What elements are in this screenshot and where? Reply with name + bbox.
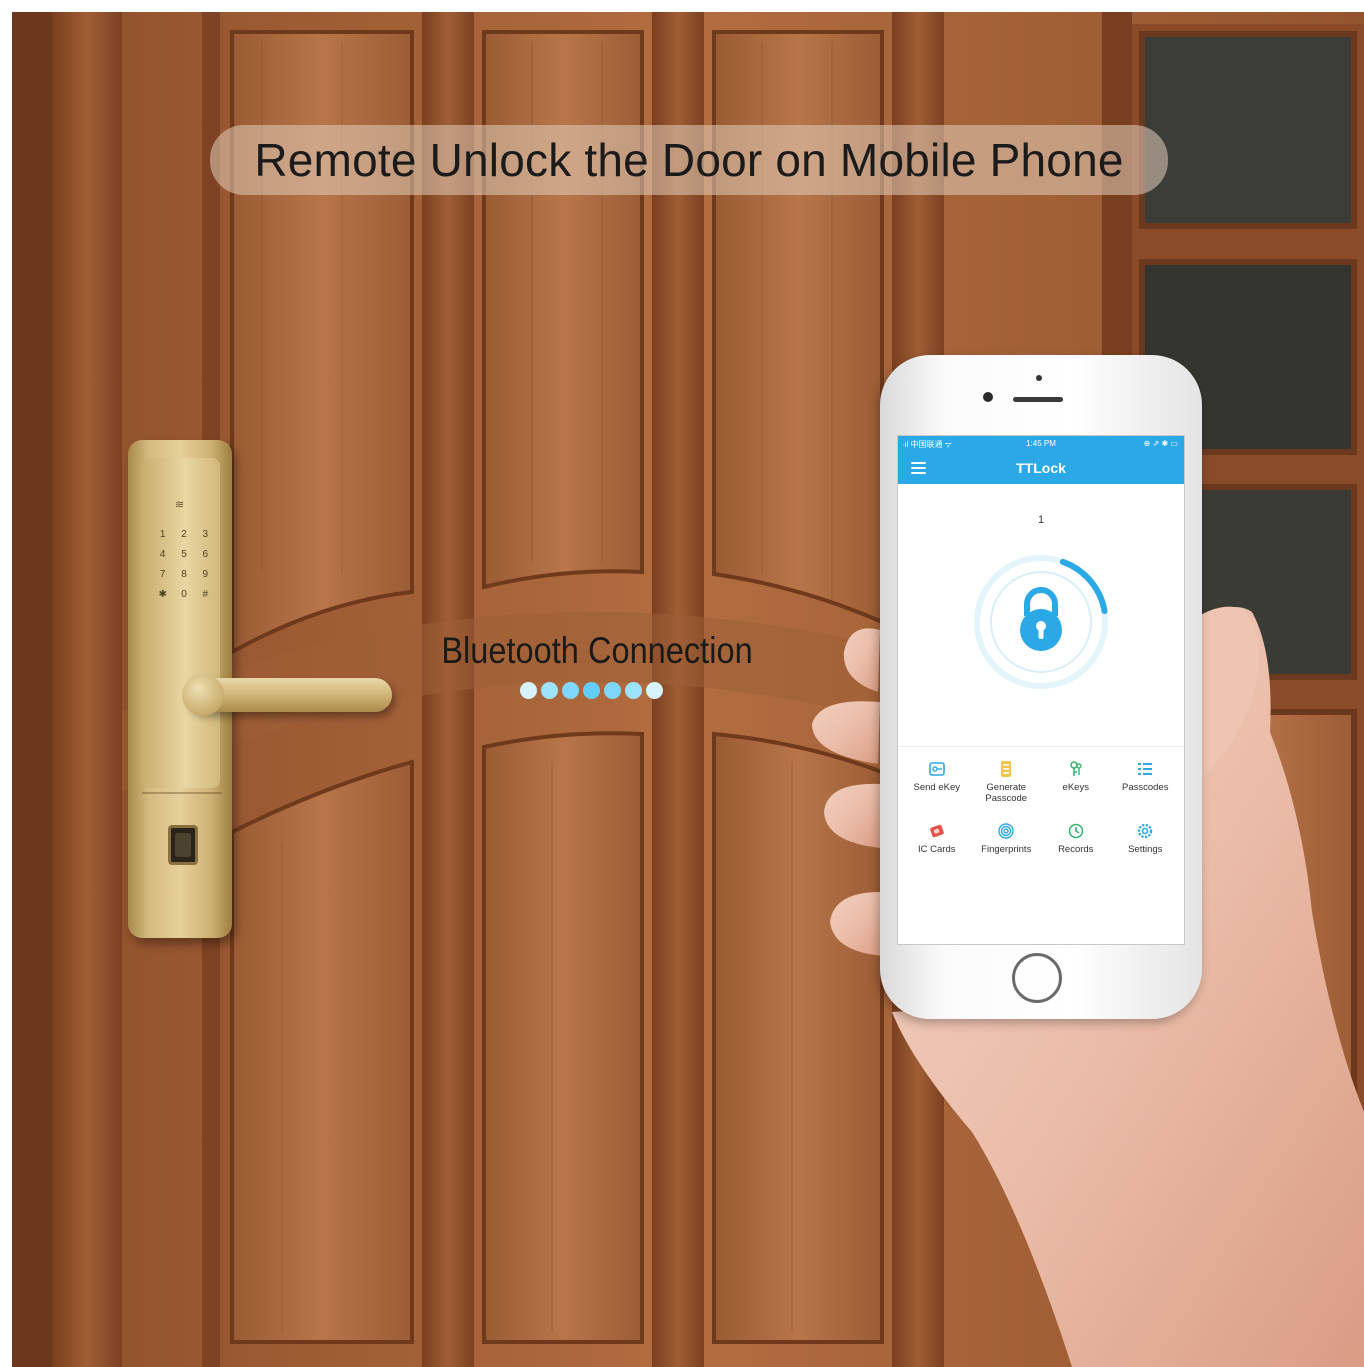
home-button[interactable] xyxy=(1012,953,1062,1003)
status-icons: ⊕ ⇗ ✱ ▭ xyxy=(1143,439,1178,448)
menu-label: IC Cards xyxy=(918,844,956,855)
ekeys-icon xyxy=(1069,761,1082,776)
records-icon xyxy=(1068,823,1084,839)
menu-fingerprints[interactable]: Fingerprints xyxy=(972,822,1042,874)
menu-label: Passcodes xyxy=(1122,782,1169,793)
app-nav-bar: TTLock xyxy=(898,452,1184,484)
menu-records[interactable]: Records xyxy=(1041,822,1111,874)
send-ekey-icon xyxy=(928,762,945,776)
status-bar: ∙ıl 中国联通 ᯤ 1:45 PM ⊕ ⇗ ✱ ▭ xyxy=(898,436,1184,452)
menu-label: eKeys xyxy=(1062,782,1089,793)
smartphone: ∙ıl 中国联通 ᯤ 1:45 PM ⊕ ⇗ ✱ ▭ TTLock 1 Send… xyxy=(880,355,1202,1019)
lock-name: 1 xyxy=(1037,514,1045,526)
menu-label: Records xyxy=(1058,844,1094,855)
menu-send-ekey[interactable]: Send eKey xyxy=(902,760,972,812)
app-title: TTLock xyxy=(1016,460,1066,476)
ic-cards-icon xyxy=(929,824,944,838)
menu-ic-cards[interactable]: IC Cards xyxy=(902,822,972,874)
fingerprints-icon xyxy=(998,823,1014,839)
screen-divider xyxy=(898,746,1184,747)
menu-label: Generate Passcode xyxy=(985,782,1028,804)
feature-grid: Send eKey Generate Passcode eKeys Passco… xyxy=(902,760,1180,874)
menu-settings[interactable]: Settings xyxy=(1111,822,1181,874)
menu-label: Settings xyxy=(1128,844,1163,855)
settings-icon xyxy=(1138,823,1153,839)
passcodes-icon xyxy=(1138,763,1153,775)
unlock-button[interactable] xyxy=(973,554,1109,690)
menu-passcodes[interactable]: Passcodes xyxy=(1111,760,1181,812)
generate-passcode-icon xyxy=(1001,761,1012,777)
door-scene: Remote Unlock the Door on Mobile Phone B… xyxy=(12,12,1364,1367)
status-time: 1:45 PM xyxy=(1026,439,1056,448)
earpiece-speaker xyxy=(1013,397,1063,402)
phone-screen: ∙ıl 中国联通 ᯤ 1:45 PM ⊕ ⇗ ✱ ▭ TTLock 1 Send… xyxy=(897,435,1185,945)
menu-label: Fingerprints xyxy=(981,844,1032,855)
padlock-icon xyxy=(1020,587,1062,651)
unlock-progress-arc xyxy=(1059,558,1108,615)
menu-ekeys[interactable]: eKeys xyxy=(1041,760,1111,812)
menu-label: Send eKey xyxy=(913,782,960,793)
phone-sensor xyxy=(1036,375,1042,381)
menu-generate-passcode[interactable]: Generate Passcode xyxy=(972,760,1042,812)
front-camera xyxy=(983,392,993,402)
